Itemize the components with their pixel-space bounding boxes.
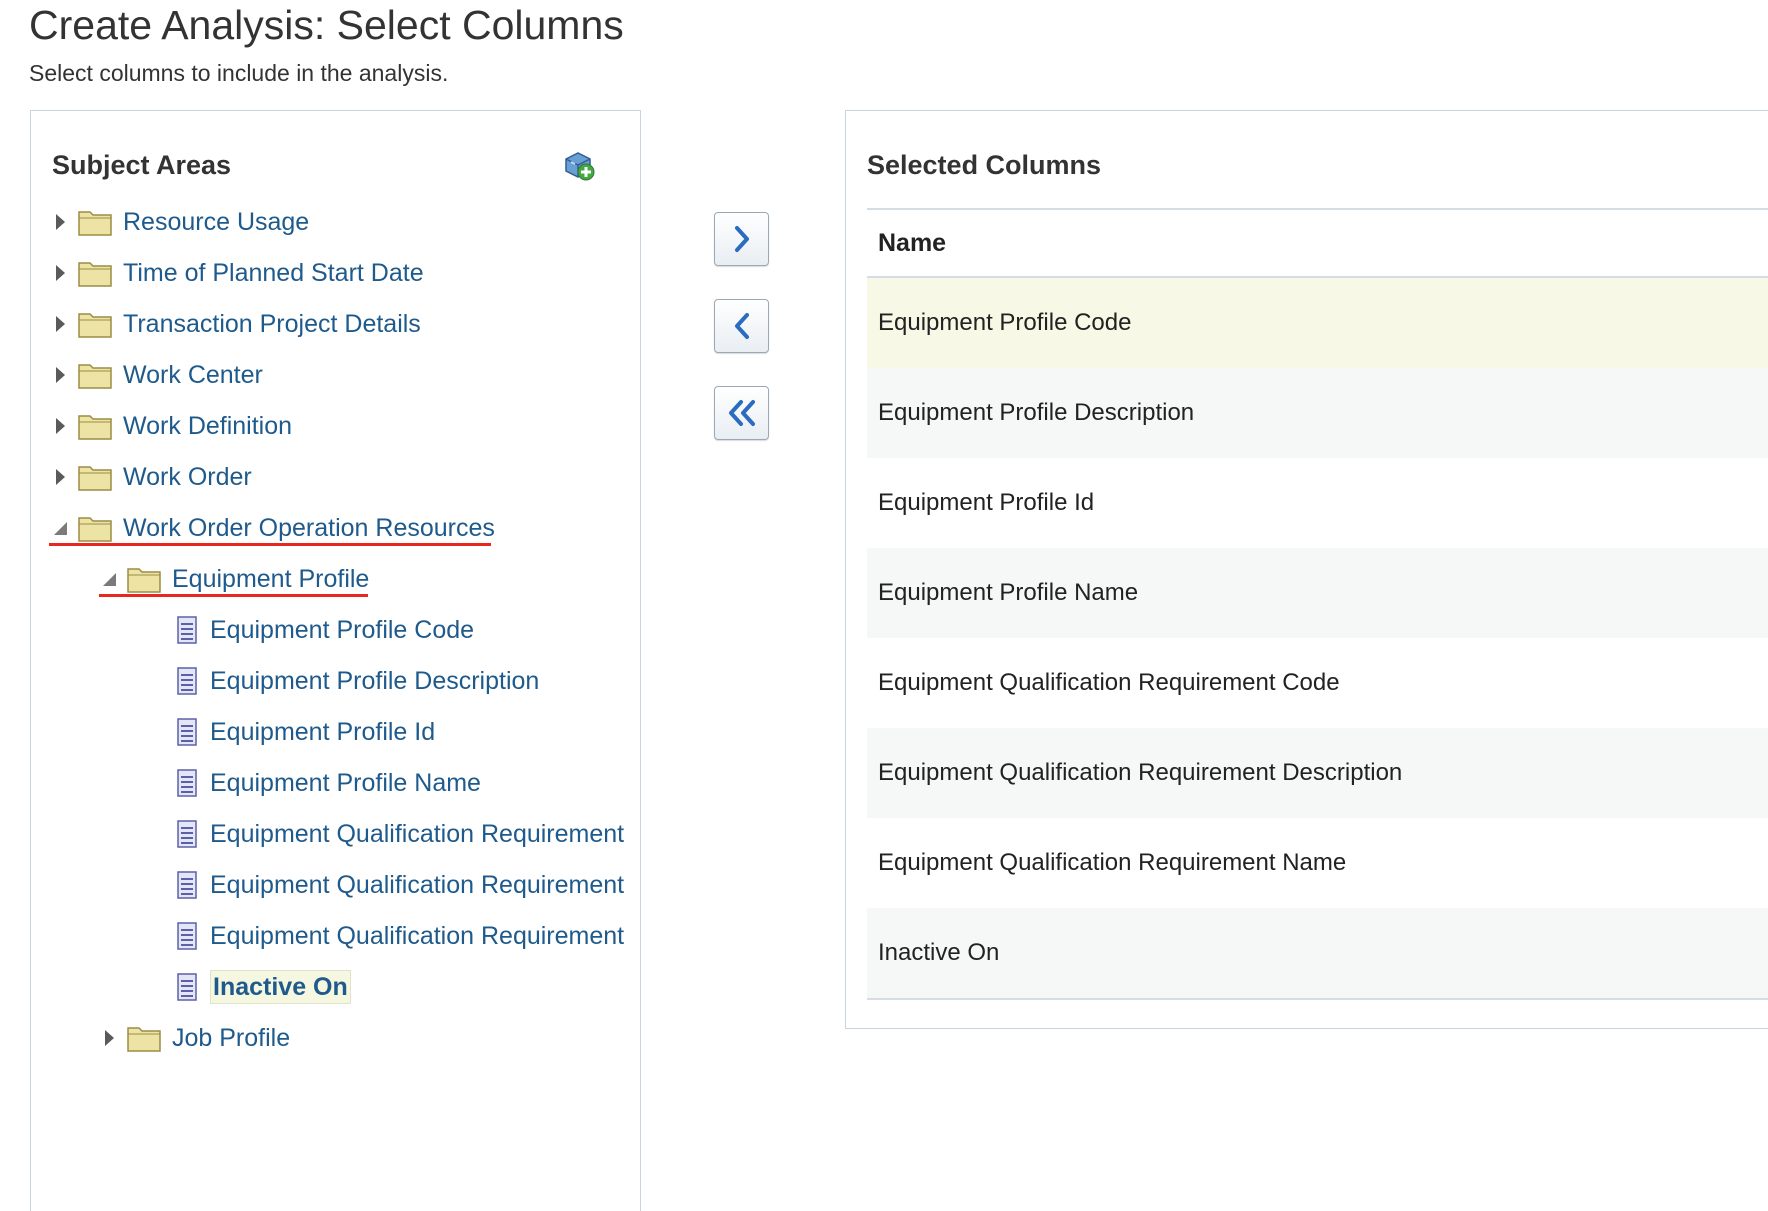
remove-column-button[interactable] [714,299,769,353]
tree-column-inactive-on[interactable]: Inactive On [176,965,351,1009]
add-column-button[interactable] [714,212,769,266]
expand-icon[interactable] [51,465,69,489]
tree-item-work-center[interactable]: Work Center [51,353,263,397]
table-row[interactable]: Equipment Qualification Requirement Desc… [867,728,1768,818]
tree-column-equipment-qualification-requirement[interactable]: Equipment Qualification Requirement [176,812,624,856]
tree-item-work-order[interactable]: Work Order [51,455,252,499]
tree-item-label[interactable]: Equipment Profile Name [210,767,481,799]
annotation-underline [99,594,368,597]
column-icon [177,616,197,644]
expand-icon[interactable] [51,312,69,336]
tree-item-label[interactable]: Equipment Profile Id [210,716,435,748]
tree-item-label[interactable]: Equipment Qualification Requirement [210,869,624,901]
collapse-icon[interactable] [51,516,69,540]
selected-columns-title: Selected Columns [867,150,1102,180]
tree-item-resource-usage[interactable]: Resource Usage [51,200,309,244]
page-subtitle: Select columns to include in the analysi… [29,60,449,86]
double-chevron-left-icon [728,400,755,426]
folder-icon [78,364,112,389]
column-icon [177,718,197,746]
folder-icon [78,415,112,440]
tree-item-label[interactable]: Equipment Profile Code [210,614,474,646]
column-icon [177,667,197,695]
tree-item-label[interactable]: Time of Planned Start Date [123,257,424,289]
tree-column-equipment-profile-name[interactable]: Equipment Profile Name [176,761,481,805]
tree-item-label[interactable]: Work Order Operation Resources [123,512,495,544]
folder-icon [127,568,161,593]
selected-columns-panel: Selected Columns Name Equipment Profile … [845,110,1768,1029]
tree-column-equipment-profile-id[interactable]: Equipment Profile Id [176,710,435,754]
tree-item-time-of-planned-start-date[interactable]: Time of Planned Start Date [51,251,424,295]
tree-item-label[interactable]: Equipment Profile Description [210,665,539,697]
subject-areas-panel: Subject Areas Resource Usage Time of Pla… [30,110,641,1211]
tree-item-label[interactable]: Resource Usage [123,206,309,238]
add-subject-area-icon[interactable] [561,147,597,183]
chevron-left-icon [734,313,749,339]
table-divider [867,998,1768,1000]
column-icon [177,871,197,899]
expand-icon[interactable] [51,261,69,285]
folder-icon [127,1027,161,1052]
table-row[interactable]: Equipment Profile Description [867,368,1768,458]
tree-item-label[interactable]: Work Order [123,461,252,493]
page-title: Create Analysis: Select Columns [29,2,624,48]
tree-item-label-selected[interactable]: Inactive On [210,970,351,1004]
tree-item-label[interactable]: Equipment Qualification Requirement [210,920,624,952]
subject-areas-title: Subject Areas [52,150,232,180]
expand-icon[interactable] [100,1026,118,1050]
expand-icon[interactable] [51,210,69,234]
table-row[interactable]: Equipment Qualification Requirement Name [867,818,1768,908]
tree-column-equipment-profile-code[interactable]: Equipment Profile Code [176,608,474,652]
table-row[interactable]: Inactive On [867,908,1768,998]
column-icon [177,820,197,848]
chevron-right-icon [734,226,749,252]
annotation-underline [49,543,491,546]
column-icon [177,922,197,950]
column-icon [177,769,197,797]
tree-item-label[interactable]: Job Profile [172,1022,290,1054]
folder-icon [78,313,112,338]
remove-all-columns-button[interactable] [714,386,769,440]
expand-icon[interactable] [51,414,69,438]
folder-icon [78,517,112,542]
table-row[interactable]: Equipment Qualification Requirement Code [867,638,1768,728]
table-row[interactable]: Equipment Profile Code [867,278,1768,368]
tree-item-label[interactable]: Work Center [123,359,263,391]
tree-item-work-definition[interactable]: Work Definition [51,404,292,448]
selected-columns-table: Name Equipment Profile Code Equipment Pr… [867,208,1768,1000]
tree-item-transaction-project-details[interactable]: Transaction Project Details [51,302,421,346]
column-header-name[interactable]: Name [867,210,1768,278]
column-icon [177,973,197,1001]
tree-item-label[interactable]: Transaction Project Details [123,308,421,340]
tree-column-equipment-qualification-requirement[interactable]: Equipment Qualification Requirement [176,863,624,907]
tree-item-label[interactable]: Equipment Qualification Requirement [210,818,624,850]
folder-icon [78,262,112,287]
tree-item-label[interactable]: Work Definition [123,410,292,442]
expand-icon[interactable] [51,363,69,387]
tree-column-equipment-profile-description[interactable]: Equipment Profile Description [176,659,539,703]
table-row[interactable]: Equipment Profile Name [867,548,1768,638]
folder-icon [78,466,112,491]
collapse-icon[interactable] [100,567,118,591]
folder-icon [78,211,112,236]
tree-item-label[interactable]: Equipment Profile [172,563,369,595]
tree-item-job-profile[interactable]: Job Profile [100,1016,290,1060]
table-row[interactable]: Equipment Profile Id [867,458,1768,548]
tree-column-equipment-qualification-requirement[interactable]: Equipment Qualification Requirement [176,914,624,958]
